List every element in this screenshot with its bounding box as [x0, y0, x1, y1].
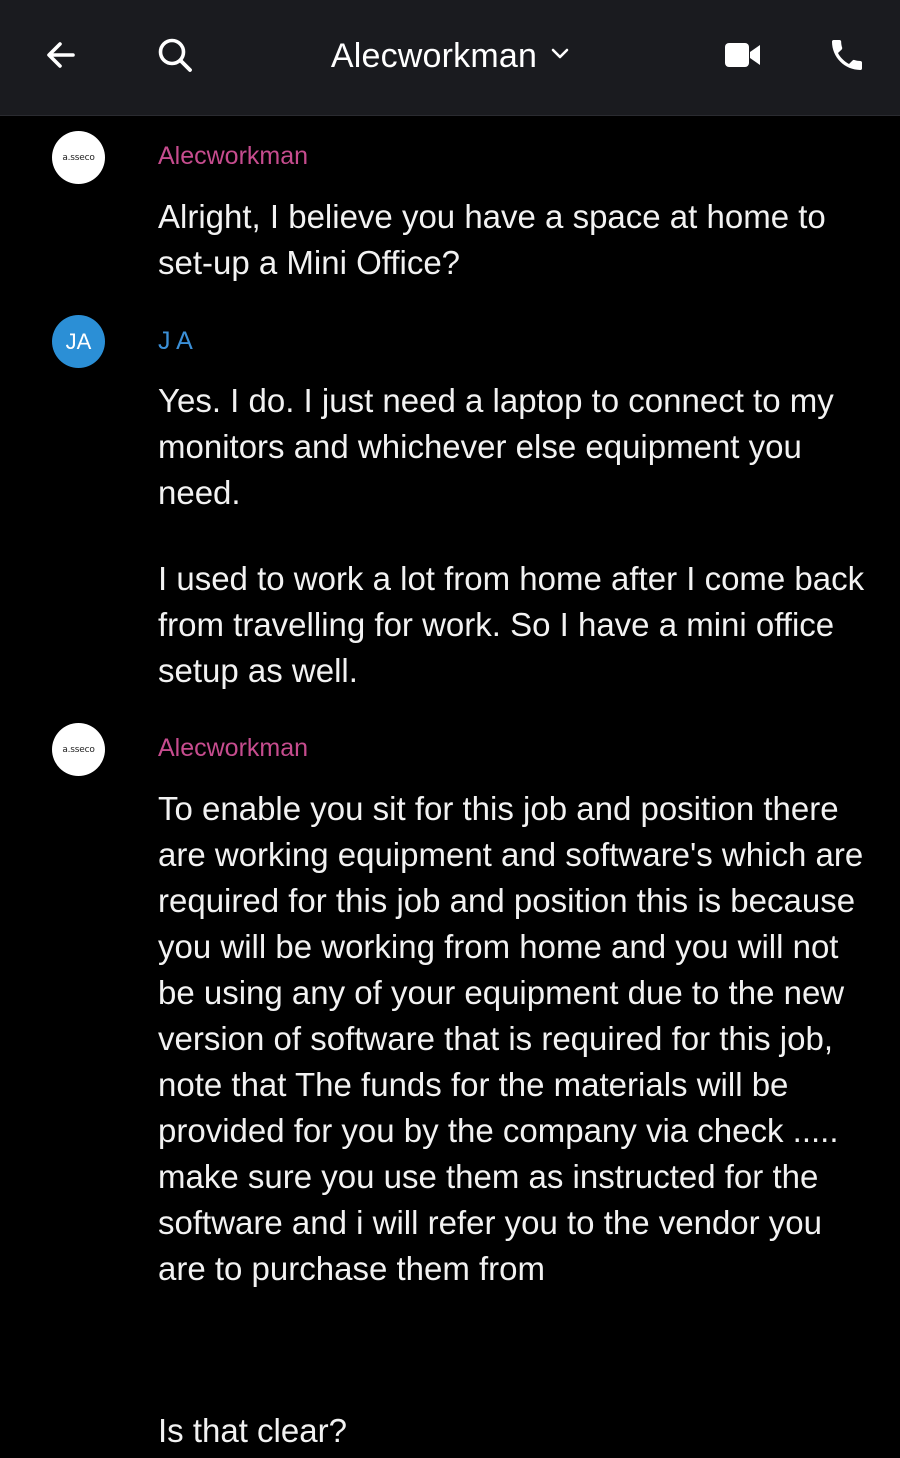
- message-text: Yes. I do. I just need a laptop to conne…: [158, 382, 834, 511]
- video-camera-icon[interactable]: [718, 30, 768, 80]
- sender-name[interactable]: J A: [158, 327, 193, 356]
- message-text: Is that clear?: [158, 1412, 347, 1449]
- avatar[interactable]: a.sseco: [52, 723, 105, 776]
- arrow-left-icon[interactable]: [36, 30, 86, 80]
- conversation-title: Alecworkman: [330, 36, 538, 75]
- sender-name[interactable]: Alecworkman: [158, 142, 308, 171]
- avatar-initials: JA: [65, 328, 92, 354]
- avatar[interactable]: a.sseco: [52, 131, 105, 184]
- conversation-title-dropdown[interactable]: Alecworkman: [300, 28, 600, 84]
- sender-name[interactable]: Alecworkman: [158, 734, 308, 763]
- phone-icon[interactable]: [822, 30, 872, 80]
- message-text: I used to work a lot from home after I c…: [158, 560, 865, 689]
- message-text: To enable you sit for this job and posit…: [158, 790, 864, 1287]
- conversation-header: Alecworkman: [0, 0, 900, 116]
- avatar[interactable]: JA: [52, 315, 105, 368]
- avatar-logo-text: a.sseco: [62, 744, 95, 755]
- chevron-down-icon: [551, 47, 569, 65]
- avatar-logo-text: a.sseco: [62, 152, 95, 163]
- search-icon[interactable]: [150, 30, 200, 80]
- message-text: Alright, I believe you have a space at h…: [158, 198, 826, 281]
